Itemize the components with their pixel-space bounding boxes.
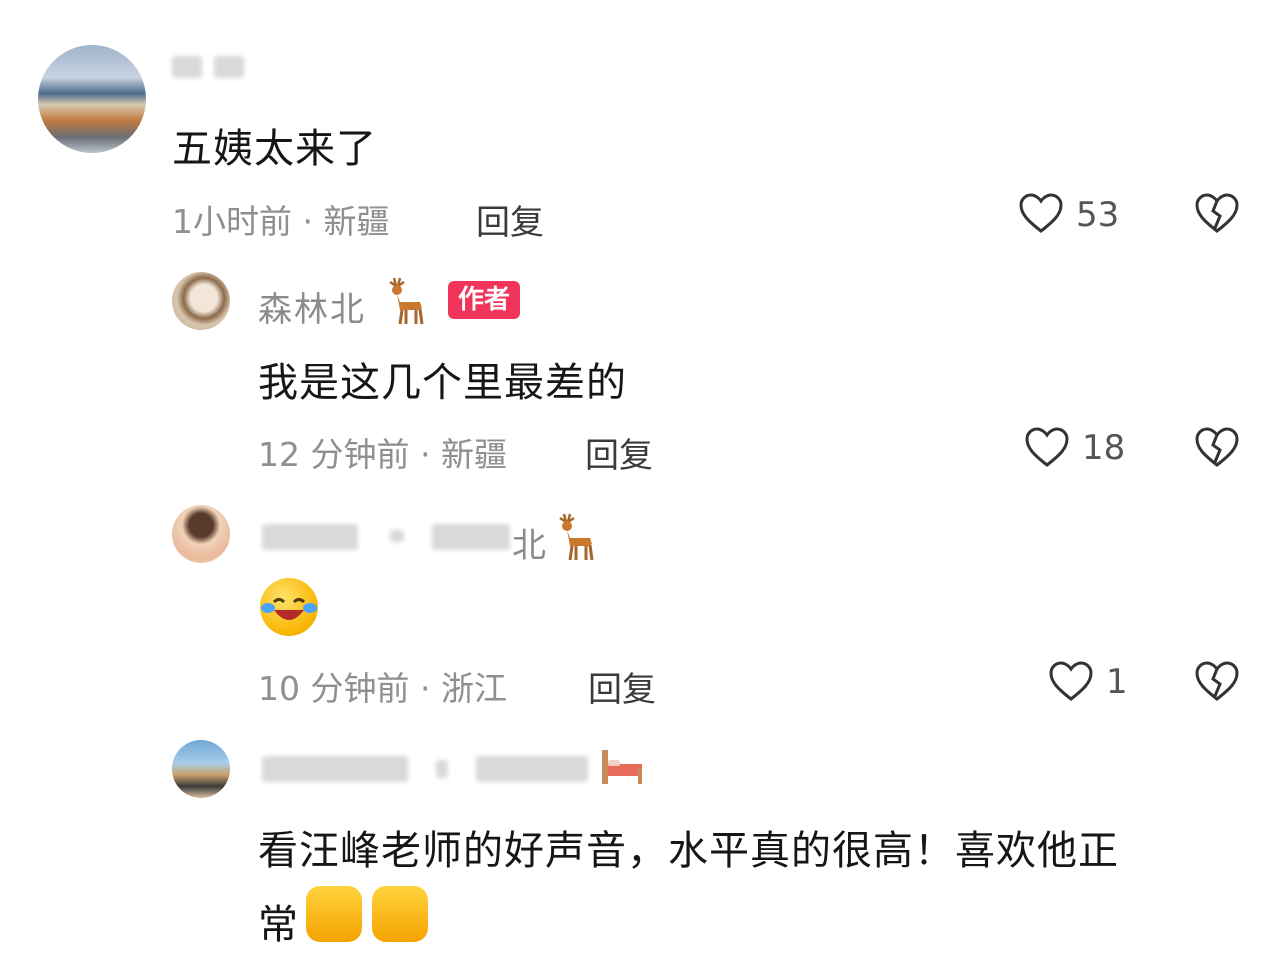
comment-text: 我是这几个里最差的 — [258, 360, 627, 406]
separator: · — [419, 435, 431, 474]
avatar[interactable] — [172, 505, 230, 563]
avatar[interactable] — [38, 45, 146, 153]
broken-heart-icon[interactable] — [1194, 660, 1240, 702]
author-name-suffix: 北 — [512, 526, 548, 566]
comment-meta: 1小时前 · 新疆 — [172, 195, 390, 243]
like-count: 1 — [1106, 662, 1128, 702]
reply-button[interactable]: 回复 — [585, 428, 653, 477]
timestamp: 12 分钟前 — [258, 435, 410, 474]
reply-button[interactable]: 回复 — [588, 662, 656, 711]
username-redacted — [172, 56, 202, 78]
location: 浙江 — [440, 669, 507, 708]
location: 新疆 — [440, 435, 507, 474]
like-count: 53 — [1076, 195, 1120, 235]
username-redacted — [476, 756, 588, 782]
heart-outline-icon[interactable] — [1048, 660, 1094, 702]
separator: · — [419, 669, 431, 708]
deer-emoji — [552, 512, 598, 562]
thumbs-up-emoji — [372, 886, 428, 942]
avatar[interactable] — [172, 740, 230, 798]
broken-heart-icon[interactable] — [1194, 426, 1240, 468]
like-count: 18 — [1082, 428, 1126, 468]
heart-outline-icon[interactable] — [1018, 192, 1064, 234]
username-redacted — [390, 530, 404, 542]
separator: · — [302, 202, 314, 241]
username-redacted — [262, 756, 408, 782]
location: 新疆 — [323, 202, 390, 241]
author-name[interactable]: 森林北 — [258, 282, 366, 331]
comment-meta: 10 分钟前 · 浙江 — [258, 662, 507, 710]
reply-button[interactable]: 回复 — [476, 195, 544, 244]
thumbs-up-emoji — [306, 886, 362, 942]
comment-meta: 12 分钟前 · 新疆 — [258, 428, 507, 476]
bed-emoji — [600, 746, 644, 788]
deer-emoji — [382, 276, 428, 326]
username-redacted — [214, 56, 244, 78]
avatar[interactable] — [172, 272, 230, 330]
timestamp: 1小时前 — [172, 202, 292, 241]
comment-text: 五姨太来了 — [172, 126, 377, 172]
broken-heart-icon[interactable] — [1194, 192, 1240, 234]
username-redacted — [262, 524, 358, 550]
tears-of-joy-emoji — [260, 578, 318, 636]
heart-outline-icon[interactable] — [1024, 426, 1070, 468]
username-redacted — [436, 760, 448, 778]
username-redacted — [432, 524, 510, 550]
comment-text-continued: 常 — [258, 902, 299, 948]
timestamp: 10 分钟前 — [258, 669, 410, 708]
comment-text: 看汪峰老师的好声音，水平真的很高！喜欢他正 — [258, 828, 1119, 874]
author-badge: 作者 — [448, 281, 521, 319]
